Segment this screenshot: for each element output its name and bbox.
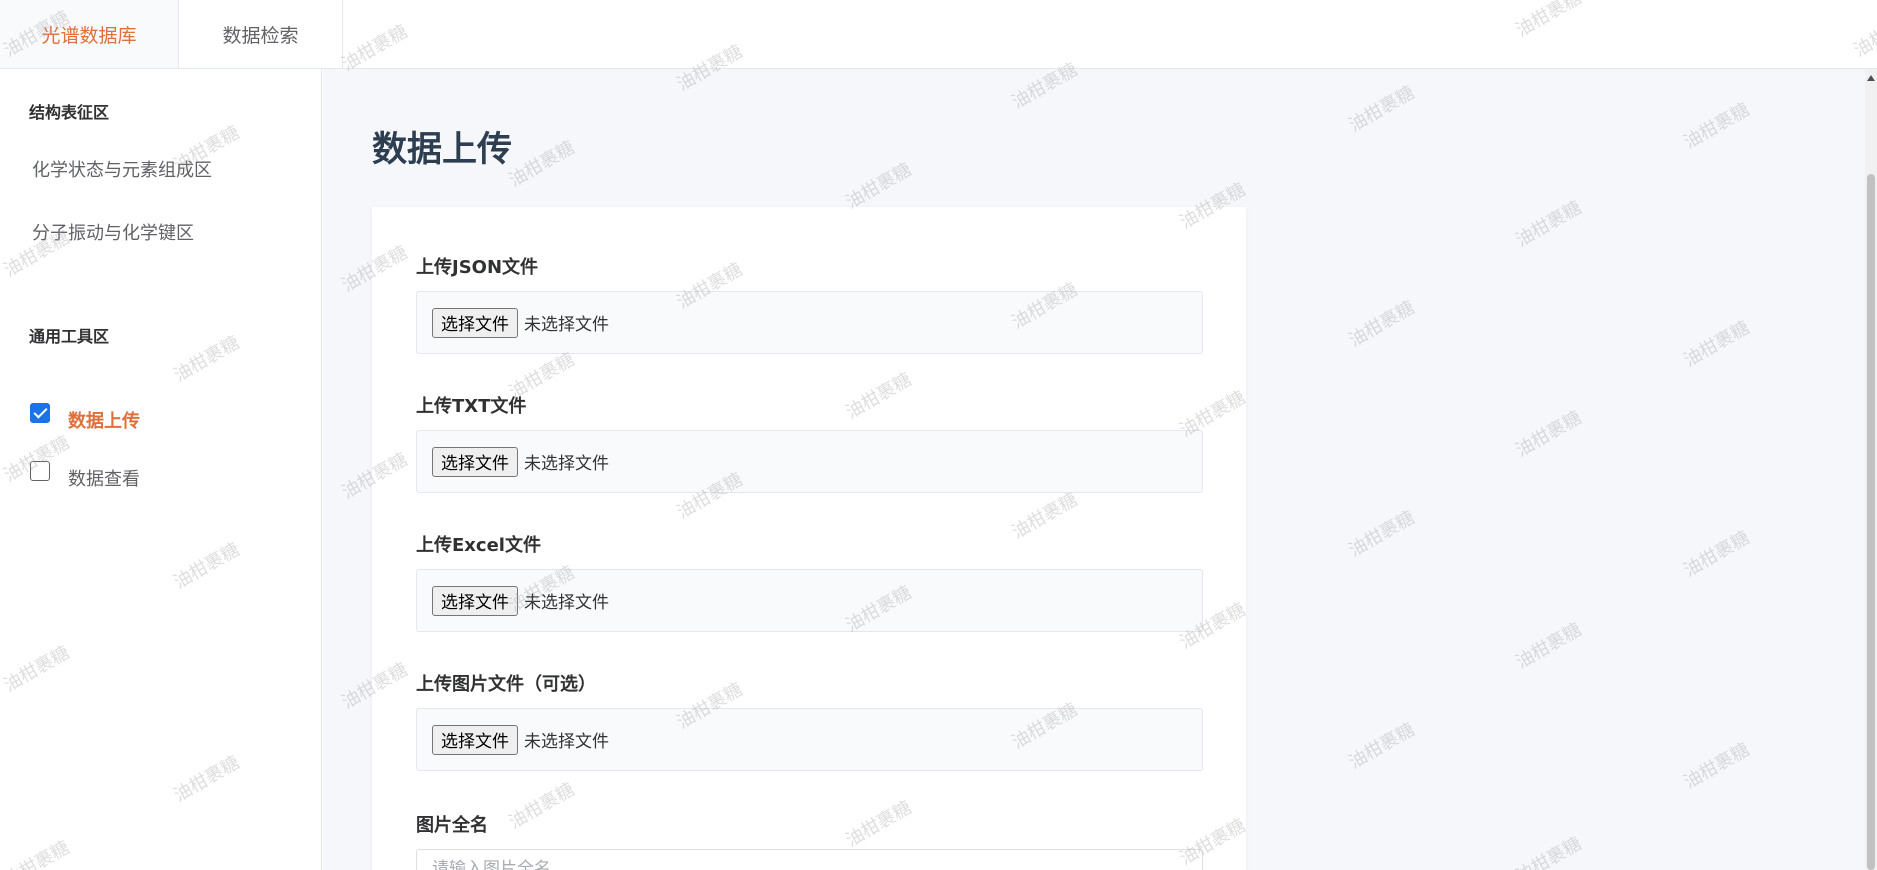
json-choose-file-button[interactable]: 选择文件 xyxy=(432,307,518,338)
excel-file-status: 未选择文件 xyxy=(524,593,609,613)
sidebar-item-chemical-state[interactable]: 化学状态与元素组成区 xyxy=(32,156,212,182)
txt-choose-file-button[interactable]: 选择文件 xyxy=(432,446,518,477)
tab-spectral-database[interactable]: 光谱数据库 xyxy=(0,0,179,68)
excel-upload-label: 上传Excel文件 xyxy=(416,535,541,556)
tab-data-search[interactable]: 数据检索 xyxy=(179,0,343,68)
excel-choose-file-button[interactable]: 选择文件 xyxy=(432,585,518,616)
top-nav: 光谱数据库 数据检索 xyxy=(0,0,1877,69)
txt-file-input[interactable]: 选择文件 未选择文件 xyxy=(416,430,1203,493)
sidebar-section-tools: 通用工具区 xyxy=(29,327,110,346)
excel-file-input[interactable]: 选择文件 未选择文件 xyxy=(416,569,1203,632)
json-file-input[interactable]: 选择文件 未选择文件 xyxy=(416,291,1203,354)
txt-upload-label: 上传TXT文件 xyxy=(416,396,527,417)
sidebar-item-data-view[interactable]: 数据查看 xyxy=(30,461,140,491)
txt-file-status: 未选择文件 xyxy=(524,454,609,474)
image-name-input[interactable] xyxy=(416,849,1203,870)
sidebar-item-label: 数据查看 xyxy=(68,469,140,490)
sidebar-section-structure: 结构表征区 xyxy=(29,103,110,122)
upload-form-card: 上传JSON文件 选择文件 未选择文件 上传TXT文件 选择文件 未选择文件 上… xyxy=(372,207,1246,870)
sidebar-item-molecular-vibration[interactable]: 分子振动与化学键区 xyxy=(32,219,194,245)
scroll-up-arrow-icon[interactable] xyxy=(1867,75,1875,81)
checkbox-checked-icon[interactable] xyxy=(30,403,50,423)
json-file-status: 未选择文件 xyxy=(524,315,609,335)
json-upload-label: 上传JSON文件 xyxy=(416,257,539,278)
image-file-input[interactable]: 选择文件 未选择文件 xyxy=(416,708,1203,771)
image-file-status: 未选择文件 xyxy=(524,732,609,752)
sidebar: 结构表征区 化学状态与元素组成区 分子振动与化学键区 通用工具区 数据上传 数据… xyxy=(0,69,322,870)
image-upload-label: 上传图片文件（可选） xyxy=(416,674,596,695)
image-name-label: 图片全名 xyxy=(416,815,488,836)
main-content: 数据上传 上传JSON文件 选择文件 未选择文件 上传TXT文件 选择文件 未选… xyxy=(323,69,1877,870)
sidebar-item-label: 数据上传 xyxy=(68,411,140,432)
page-title: 数据上传 xyxy=(372,130,513,170)
checkbox-unchecked-icon[interactable] xyxy=(30,461,50,481)
image-choose-file-button[interactable]: 选择文件 xyxy=(432,724,518,755)
scrollbar-thumb[interactable] xyxy=(1867,174,1875,870)
page-scrollbar[interactable] xyxy=(1865,69,1877,870)
sidebar-item-data-upload[interactable]: 数据上传 xyxy=(30,403,140,433)
